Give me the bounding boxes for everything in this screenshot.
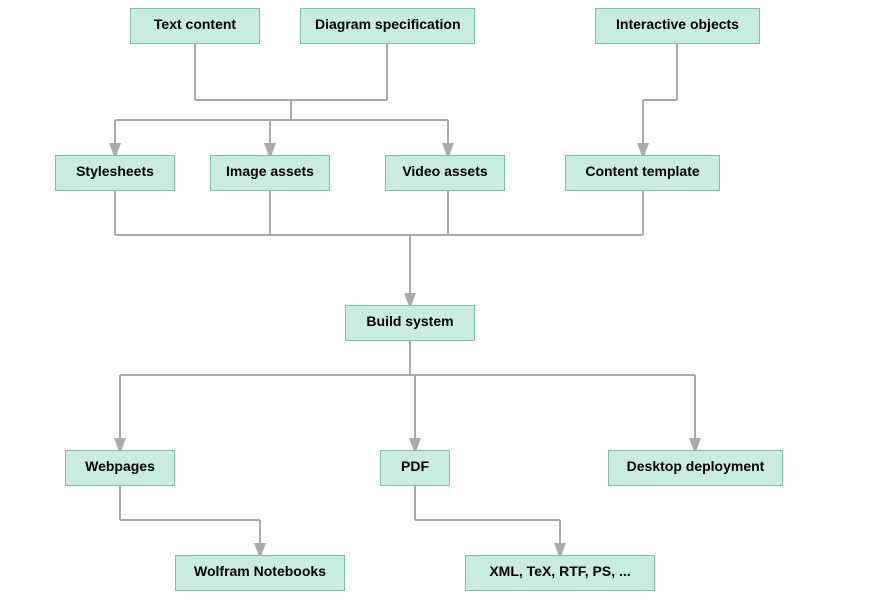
diagram: Text content Diagram specification Inter… [0,0,878,616]
node-diagram-spec: Diagram specification [300,8,475,44]
node-video-assets: Video assets [385,155,505,191]
node-interactive-objects: Interactive objects [595,8,760,44]
node-wolfram-notebooks: Wolfram Notebooks [175,555,345,591]
node-text-content: Text content [130,8,260,44]
node-image-assets: Image assets [210,155,330,191]
node-xml-tex: XML, TeX, RTF, PS, ... [465,555,655,591]
node-pdf: PDF [380,450,450,486]
node-content-template: Content template [565,155,720,191]
node-webpages: Webpages [65,450,175,486]
node-desktop-deployment: Desktop deployment [608,450,783,486]
node-stylesheets: Stylesheets [55,155,175,191]
node-build-system: Build system [345,305,475,341]
